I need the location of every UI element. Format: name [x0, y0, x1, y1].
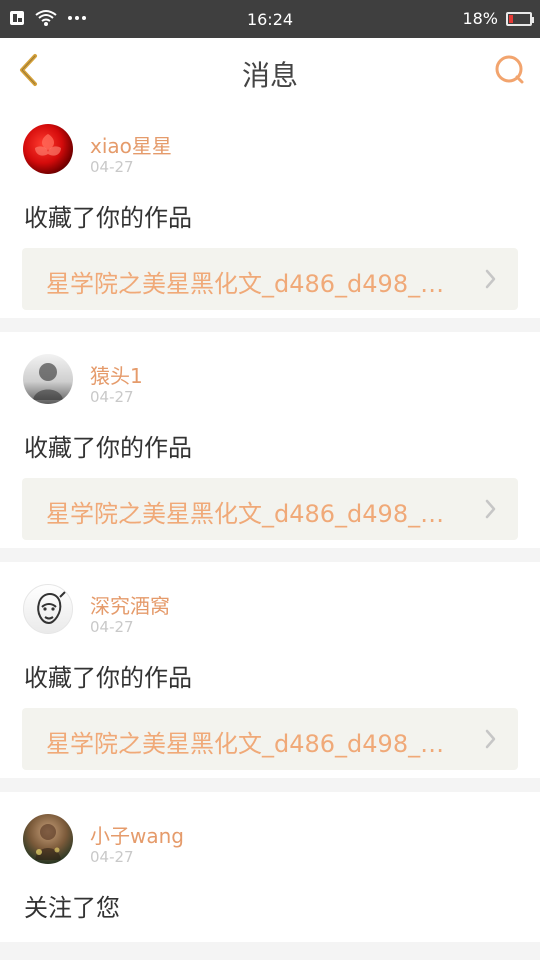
status-bar: 16:24 18%	[0, 0, 540, 38]
message-card: xiao星星 04-27 收藏了你的作品 星学院之美星黑化文_d486_d498…	[0, 102, 540, 318]
username[interactable]: 猿头1	[90, 360, 143, 389]
work-link[interactable]: 星学院之美星黑化文_d486_d498_…	[22, 248, 518, 310]
work-title: 星学院之美星黑化文_d486_d498_…	[46, 500, 445, 528]
username[interactable]: 小子wang	[90, 820, 184, 849]
username[interactable]: xiao星星	[90, 130, 172, 159]
action-text: 收藏了你的作品	[24, 664, 192, 692]
avatar[interactable]	[23, 814, 73, 864]
message-list: xiao星星 04-27 收藏了你的作品 星学院之美星黑化文_d486_d498…	[0, 102, 540, 956]
action-text: 收藏了你的作品	[24, 204, 192, 232]
battery-icon	[506, 11, 534, 26]
search-icon	[495, 55, 524, 84]
message-card: 猿头1 04-27 收藏了你的作品 星学院之美星黑化文_d486_d498_…	[0, 332, 540, 548]
battery-fill	[509, 14, 513, 23]
message-header: 小子wang 04-27	[0, 792, 540, 872]
message-header: 深究酒窝 04-27	[0, 562, 540, 642]
search-button[interactable]	[492, 52, 528, 88]
person-avatar-icon	[33, 363, 63, 400]
message-header: xiao星星 04-27	[0, 102, 540, 182]
work-link[interactable]: 星学院之美星黑化文_d486_d498_…	[22, 478, 518, 540]
work-title: 星学院之美星黑化文_d486_d498_…	[46, 270, 445, 298]
avatar[interactable]	[23, 584, 73, 634]
status-right: 18%	[462, 9, 534, 28]
card-spacer	[0, 540, 540, 556]
card-spacer	[0, 310, 540, 326]
message-card: 小子wang 04-27 关注了您	[0, 792, 540, 942]
battery-percent: 18%	[462, 9, 498, 28]
message-date: 04-27	[90, 388, 134, 406]
avatar[interactable]	[23, 124, 73, 174]
message-date: 04-27	[90, 618, 134, 636]
action-text: 收藏了你的作品	[24, 434, 192, 462]
message-card: 深究酒窝 04-27 收藏了你的作品 星学院之美星黑化文_d486_d498_…	[0, 562, 540, 778]
work-link[interactable]: 星学院之美星黑化文_d486_d498_…	[22, 708, 518, 770]
message-date: 04-27	[90, 848, 134, 866]
work-title: 星学院之美星黑化文_d486_d498_…	[46, 730, 445, 758]
avatar[interactable]	[23, 354, 73, 404]
page-title: 消息	[241, 59, 298, 92]
chevron-right-icon	[485, 729, 496, 749]
app-header: 消息	[0, 38, 540, 103]
status-time: 16:24	[246, 10, 294, 29]
action-text: 关注了您	[24, 894, 120, 922]
chevron-right-icon	[485, 269, 496, 289]
message-date: 04-27	[90, 158, 134, 176]
message-header: 猿头1 04-27	[0, 332, 540, 412]
flower-avatar-icon	[35, 134, 61, 156]
photo-avatar-icon	[35, 824, 61, 860]
chevron-right-icon	[485, 499, 496, 519]
sketch-avatar-icon	[37, 588, 69, 625]
username[interactable]: 深究酒窝	[90, 590, 170, 619]
card-spacer	[0, 770, 540, 786]
